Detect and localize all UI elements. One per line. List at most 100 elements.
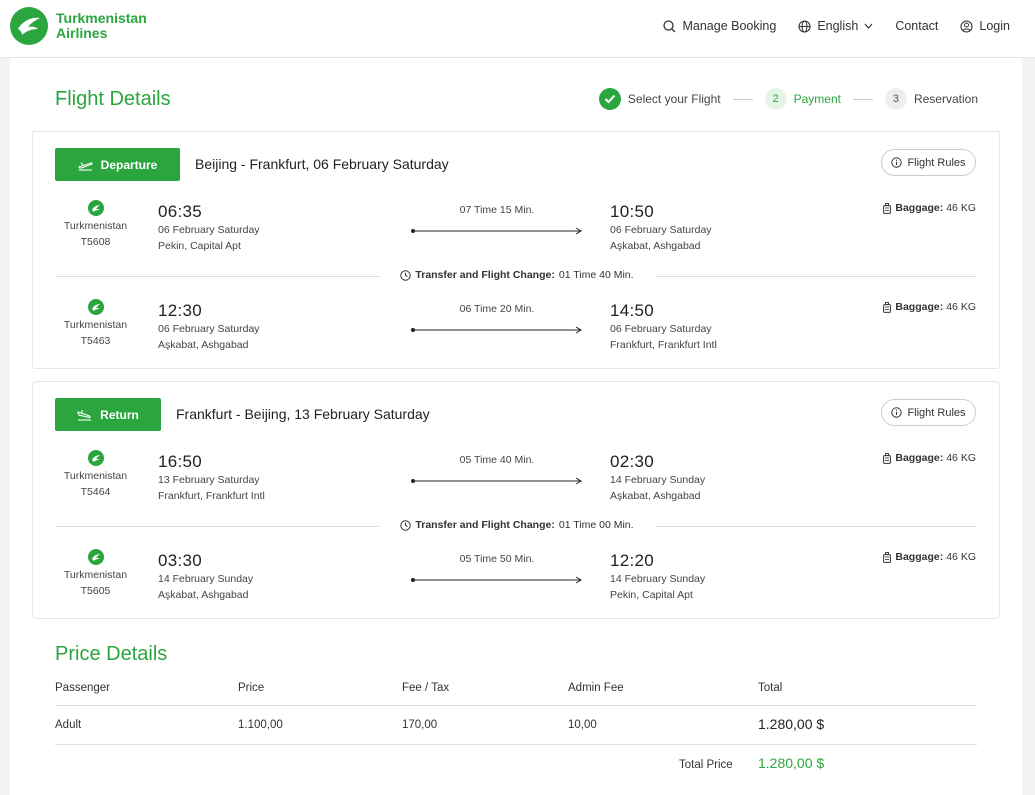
arrival-airport: Aşkabat, Ashgabad: [610, 240, 701, 252]
search-icon: [663, 19, 676, 32]
arrow-right-icon: [411, 576, 582, 584]
departure-airport: Frankfurt, Frankfurt Intl: [158, 490, 265, 502]
arrival-airport: Aşkabat, Ashgabad: [610, 490, 701, 502]
arrival-time: 02:30: [610, 452, 655, 471]
departure-date: 14 February Sunday: [158, 573, 254, 585]
flight-leg: Turkmenistan T5605 03:30 14 February Sun…: [33, 549, 999, 619]
return-flight-rules-button[interactable]: Flight Rules: [881, 399, 976, 426]
nav-contact-label: Contact: [895, 19, 939, 33]
airline-logo-icon: [87, 549, 104, 565]
transfer-text: Transfer and Flight Change: 01 Time 00 M…: [379, 519, 655, 531]
divider: [655, 276, 977, 277]
step-label: Reservation: [913, 92, 978, 106]
nav-manage-booking[interactable]: Manage Booking: [663, 19, 776, 33]
col-total: Total: [758, 682, 783, 694]
total-price-value: 1.280,00 $: [758, 755, 825, 771]
nav-language-select[interactable]: English: [798, 19, 873, 33]
col-admin-fee: Admin Fee: [568, 682, 624, 694]
price-details-title: Price Details: [55, 643, 168, 665]
flight-duration: 05 Time 50 Min.: [459, 553, 535, 565]
departure-info: 06:35 06 February Saturday Pekin, Capita…: [158, 202, 260, 254]
chevron-down-icon: [864, 23, 873, 29]
airline-logo-icon: [87, 200, 104, 216]
airline-name: Turkmenistan: [63, 319, 128, 331]
transfer-value: 01 Time 40 Min.: [558, 269, 634, 281]
departure-button[interactable]: Departure: [55, 148, 180, 181]
return-card: Return Frankfurt - Beijing, 13 February …: [32, 381, 1000, 619]
baggage-label: Baggage:: [895, 452, 944, 464]
divider: [55, 526, 379, 527]
transfer-info: Transfer and Flight Change: 01 Time 40 M…: [55, 269, 977, 283]
airline-logo[interactable]: Turkmenistan Airlines: [10, 7, 147, 45]
flight-leg: Turkmenistan T5608 06:35 06 February Sat…: [33, 200, 999, 270]
departure-card: Departure Beijing - Frankfurt, 06 Februa…: [32, 131, 1000, 369]
check-icon: [598, 88, 621, 110]
return-button[interactable]: Return: [55, 398, 161, 431]
step-reservation: 3 Reservation: [884, 88, 978, 110]
nav-login[interactable]: Login: [960, 19, 1010, 33]
clock-icon: [400, 519, 412, 531]
main-content: Flight Details Select your Flight 2 Paym…: [10, 58, 1022, 795]
top-nav: Manage Booking English Contact Login: [641, 19, 1010, 33]
price-table-header: Passenger Price Fee / Tax Admin Fee Tota…: [55, 678, 977, 706]
airline-info: Turkmenistan T5608: [48, 200, 143, 250]
departure-date: 13 February Saturday: [158, 474, 260, 486]
baggage-info: Baggage: 46 KG: [883, 551, 976, 563]
info-icon: [891, 407, 903, 418]
arrival-time: 12:20: [610, 551, 655, 570]
nav-contact[interactable]: Contact: [895, 19, 938, 33]
flight-number: T5464: [80, 486, 111, 498]
transfer-text: Transfer and Flight Change: 01 Time 40 M…: [379, 269, 655, 281]
departure-airport: Aşkabat, Ashgabad: [158, 339, 249, 351]
flight-rules-label: Flight Rules: [907, 156, 966, 169]
baggage-label: Baggage:: [895, 202, 944, 214]
baggage-label: Baggage:: [895, 551, 944, 563]
return-button-label: Return: [100, 407, 139, 422]
flight-duration: 07 Time 15 Min.: [459, 204, 535, 216]
brand-line-2: Airlines: [56, 25, 108, 41]
cell-admin-fee: 10,00: [568, 719, 597, 731]
arrival-date: 06 February Saturday: [610, 323, 712, 335]
step-payment: 2 Payment: [764, 88, 841, 110]
airline-info: Turkmenistan T5463: [48, 299, 143, 349]
airline-info: Turkmenistan T5605: [48, 549, 143, 599]
divider: [655, 526, 977, 527]
step-select-flight[interactable]: Select your Flight: [598, 88, 721, 110]
cell-total: 1.280,00 $: [758, 716, 825, 732]
luggage-icon: [883, 202, 892, 214]
arrival-date: 14 February Sunday: [610, 474, 706, 486]
departure-flight-rules-button[interactable]: Flight Rules: [881, 149, 976, 176]
flight-rules-label: Flight Rules: [907, 406, 966, 419]
clock-icon: [400, 269, 412, 281]
departure-time: 03:30: [158, 551, 203, 570]
bird-logo-icon: [10, 7, 48, 45]
arrival-airport: Pekin, Capital Apt: [610, 589, 693, 601]
step-label: Payment: [793, 92, 841, 106]
baggage-info: Baggage: 46 KG: [883, 452, 976, 464]
col-fee-tax: Fee / Tax: [402, 682, 450, 694]
flight-leg: Turkmenistan T5463 12:30 06 February Sat…: [33, 299, 999, 369]
arrival-time: 14:50: [610, 301, 655, 320]
nav-manage-booking-label: Manage Booking: [682, 19, 777, 33]
airline-name: Turkmenistan: [63, 569, 128, 581]
step-divider: [732, 98, 753, 100]
flight-duration: 05 Time 40 Min.: [459, 454, 535, 466]
nav-login-label: Login: [979, 19, 1010, 33]
departure-time: 06:35: [158, 202, 203, 221]
departure-airport: Pekin, Capital Apt: [158, 240, 241, 252]
airline-name: Turkmenistan: [63, 470, 128, 482]
airline-logo-icon: [87, 299, 104, 315]
table-row: Adult 1.100,00 170,00 10,00 1.280,00 $: [55, 706, 977, 745]
departure-airport: Aşkabat, Ashgabad: [158, 589, 249, 601]
page-title: Flight Details: [55, 88, 171, 110]
flight-number: T5605: [80, 585, 111, 597]
transfer-value: 01 Time 00 Min.: [558, 519, 634, 531]
departure-info: 16:50 13 February Saturday Frankfurt, Fr…: [158, 452, 265, 504]
departure-time: 16:50: [158, 452, 203, 471]
col-passenger: Passenger: [55, 682, 110, 694]
departure-time: 12:30: [158, 301, 203, 320]
transfer-label: Transfer and Flight Change:: [415, 269, 555, 281]
user-icon: [960, 19, 973, 33]
arrow-right-icon: [411, 326, 582, 334]
arrival-time: 10:50: [610, 202, 655, 221]
